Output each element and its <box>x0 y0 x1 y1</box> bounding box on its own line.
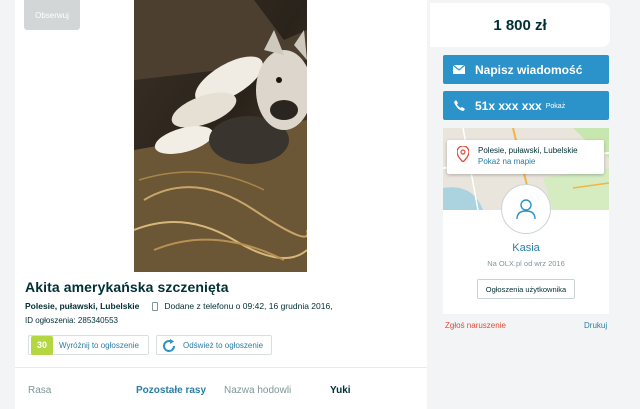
observe-label: Obserwuj <box>35 11 69 20</box>
user-icon <box>516 199 536 220</box>
ad-id: ID ogłoszenia: 285340553 <box>25 316 118 325</box>
print-link[interactable]: Drukuj <box>584 321 607 330</box>
divider <box>15 367 427 368</box>
attribute-key-breed: Rasa <box>28 385 52 396</box>
ad-meta-row: Polesie, puławski, Lubelskie Dodane z te… <box>25 301 333 311</box>
attribute-value-kennel: Yuki <box>330 385 351 396</box>
ad-photo[interactable] <box>134 0 307 272</box>
user-ads-button[interactable]: Ogłoszenia użytkownika <box>477 279 575 299</box>
user-ads-label: Ogłoszenia użytkownika <box>485 284 567 294</box>
mobile-phone-icon <box>152 301 159 311</box>
show-on-map-link[interactable]: Pokaż na mapie <box>478 157 535 166</box>
refresh-ad-button[interactable]: Odśwież to ogłoszenie <box>156 335 272 355</box>
user-name[interactable]: Kasia <box>443 242 609 254</box>
30-days-badge-icon: 30 <box>31 336 53 355</box>
user-since: Na OLX.pl od wrz 2016 <box>487 259 565 268</box>
ad-location[interactable]: Polesie, puławski, Lubelskie <box>25 301 139 311</box>
user-card: Polesie, puławski, Lubelskie Pokaż na ma… <box>443 128 609 314</box>
refresh-ad-label: Odśwież to ogłoszenie <box>183 340 264 350</box>
avatar[interactable] <box>501 184 551 234</box>
highlight-ad-button[interactable]: 30 Wyróżnij to ogłoszenie <box>28 335 149 355</box>
show-phone-button[interactable]: 51x xxx xxx Pokaż <box>443 91 609 120</box>
refresh-icon <box>163 339 176 352</box>
highlight-ad-label: Wyróżnij to ogłoszenie <box>59 340 139 350</box>
attribute-value-breed[interactable]: Pozostałe rasy <box>136 385 206 396</box>
envelope-icon <box>453 65 465 74</box>
observe-button[interactable]: Obserwuj <box>24 0 80 30</box>
map-location-text: Polesie, puławski, Lubelskie <box>478 146 578 155</box>
ad-added-date: Dodane z telefonu o 09:42, 16 grudnia 20… <box>164 301 333 311</box>
send-message-button[interactable]: Napisz wiadomość <box>443 55 609 84</box>
report-link[interactable]: Zgłoś naruszenie <box>445 321 506 330</box>
show-phone-label: Pokaż <box>545 103 566 110</box>
attribute-key-kennel: Nazwa hodowli <box>224 385 292 396</box>
ad-title: Akita amerykańska szczenięta <box>25 279 229 295</box>
price-box: 1 800 zł <box>430 3 610 47</box>
send-message-label: Napisz wiadomość <box>475 62 583 77</box>
price: 1 800 zł <box>493 16 547 34</box>
phone-number: 51x xxx xxx <box>475 98 542 113</box>
map-pin-icon <box>457 146 469 162</box>
map-location-popup: Polesie, puławski, Lubelskie Pokaż na ma… <box>447 140 604 174</box>
phone-icon <box>453 100 465 111</box>
